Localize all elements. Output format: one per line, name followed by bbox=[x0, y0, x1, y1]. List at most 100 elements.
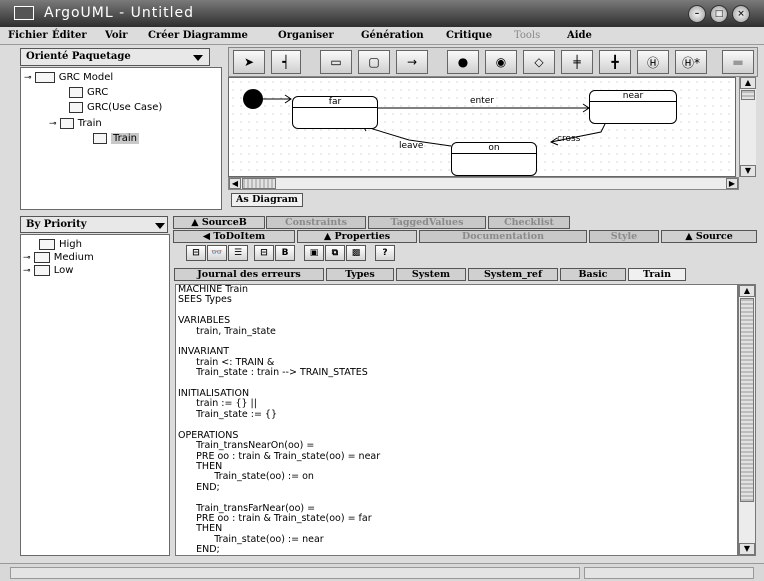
state-on[interactable]: on bbox=[451, 142, 537, 176]
join-tool-button[interactable]: ╋ bbox=[599, 50, 631, 74]
final-state-tool-button[interactable]: ◉ bbox=[485, 50, 517, 74]
transition-tool-button[interactable]: → bbox=[396, 50, 428, 74]
perspective-label: Orienté Paquetage bbox=[26, 51, 131, 62]
copy-button[interactable]: ⧉ bbox=[325, 245, 345, 261]
menu-editer[interactable]: Éditer bbox=[52, 30, 87, 41]
deep-history-tool-button[interactable]: Ⓗ* bbox=[675, 50, 707, 74]
statechart-icon bbox=[93, 132, 107, 144]
status-progress bbox=[584, 567, 754, 579]
save-button[interactable]: ▣ bbox=[304, 245, 324, 261]
tab-as-diagram[interactable]: As Diagram bbox=[231, 193, 303, 207]
todo-item-low[interactable]: ⊸ Low bbox=[23, 264, 73, 278]
folder-icon bbox=[39, 238, 55, 250]
tab-constraints[interactable]: Constraints bbox=[266, 216, 366, 229]
tree-node-train-class[interactable]: ⊸ Train bbox=[49, 117, 102, 131]
scroll-up-icon[interactable]: ▲ bbox=[739, 285, 755, 297]
help-button[interactable]: ? bbox=[375, 245, 395, 261]
menu-voir[interactable]: Voir bbox=[105, 30, 128, 41]
tab-source[interactable]: ▲ Source bbox=[661, 230, 757, 243]
diagram-icon bbox=[69, 86, 83, 98]
menu-tools[interactable]: Tools bbox=[514, 30, 540, 41]
tree-node-grc-use-case[interactable]: GRC(Use Case) bbox=[69, 101, 162, 115]
composite-state-tool-button[interactable]: ▢ bbox=[358, 50, 390, 74]
perspective-combo[interactable]: Orienté Paquetage bbox=[20, 48, 210, 66]
folder-icon bbox=[33, 264, 50, 276]
scroll-down-icon[interactable]: ▼ bbox=[740, 165, 756, 177]
source-editor[interactable]: MACHINE Train SEES Types VARIABLES train… bbox=[175, 284, 738, 556]
find-button[interactable]: 👓 bbox=[207, 245, 227, 261]
todo-sort-combo[interactable]: By Priority bbox=[20, 216, 168, 233]
chevron-down-icon bbox=[155, 223, 165, 229]
todo-list: High ⊸ Medium ⊸ Low bbox=[20, 234, 170, 556]
scroll-left-icon[interactable]: ◀ bbox=[229, 178, 241, 189]
model-icon bbox=[34, 71, 55, 83]
initial-state-tool-button[interactable]: ● bbox=[447, 50, 479, 74]
shallow-history-tool-button[interactable]: Ⓗ bbox=[637, 50, 669, 74]
image-button[interactable]: ▩ bbox=[346, 245, 366, 261]
menu-generation[interactable]: Génération bbox=[361, 30, 424, 41]
diagram-horizontal-scrollbar[interactable]: ◀ ▶ bbox=[228, 177, 739, 190]
tab-checklist[interactable]: Checklist bbox=[488, 216, 570, 229]
menu-creer-diagramme[interactable]: Créer Diagramme bbox=[148, 30, 248, 41]
fork-tool-button[interactable]: ╪ bbox=[561, 50, 593, 74]
tab-journal-des-erreurs[interactable]: Journal des erreurs bbox=[174, 268, 324, 281]
tab-documentation[interactable]: Documentation bbox=[419, 230, 587, 243]
tab-system[interactable]: System bbox=[396, 268, 466, 281]
state-tool-button[interactable]: ▭ bbox=[320, 50, 352, 74]
close-icon[interactable]: × bbox=[732, 5, 750, 23]
bold-button[interactable]: B bbox=[275, 245, 295, 261]
label-enter: enter bbox=[470, 96, 495, 106]
select-tool-button[interactable]: ➤ bbox=[233, 50, 265, 74]
argouml-logo-icon bbox=[14, 6, 34, 20]
scroll-right-icon[interactable]: ▶ bbox=[726, 178, 738, 189]
tab-taggedvalues[interactable]: TaggedValues bbox=[368, 216, 486, 229]
tab-system-ref[interactable]: System_ref bbox=[468, 268, 558, 281]
window-title: ArgoUML - Untitled bbox=[44, 5, 194, 21]
maximize-icon[interactable]: □ bbox=[710, 5, 728, 23]
explorer-tree: ⊸ GRC Model GRC GRC(Use Case) ⊸ Train Tr… bbox=[20, 67, 222, 210]
tab-properties[interactable]: ▲ Properties bbox=[297, 230, 417, 243]
navigate-button[interactable]: ⊟ bbox=[254, 245, 274, 261]
minimize-icon[interactable]: – bbox=[688, 5, 706, 23]
diagram-canvas[interactable]: far near on enter leave cross bbox=[228, 77, 736, 177]
menu-bar: Fichier Éditer Voir Créer Diagramme Orga… bbox=[0, 27, 764, 45]
source-code[interactable]: MACHINE Train SEES Types VARIABLES train… bbox=[176, 285, 737, 555]
status-message bbox=[10, 567, 580, 579]
scroll-thumb[interactable] bbox=[242, 178, 276, 189]
tab-train[interactable]: Train bbox=[628, 268, 686, 281]
label-leave: leave bbox=[399, 141, 424, 151]
status-bar bbox=[0, 563, 764, 581]
scroll-thumb[interactable] bbox=[741, 90, 755, 100]
todo-item-medium[interactable]: ⊸ Medium bbox=[23, 251, 94, 265]
tab-sourceb[interactable]: ▲ SourceB bbox=[173, 216, 265, 229]
menu-organiser[interactable]: Organiser bbox=[278, 30, 334, 41]
tree-node-grc-model[interactable]: ⊸ GRC Model bbox=[24, 71, 113, 85]
tree-node-train-statechart[interactable]: Train bbox=[93, 132, 139, 146]
choice-tool-button[interactable]: ◇ bbox=[523, 50, 555, 74]
scroll-up-icon[interactable]: ▲ bbox=[740, 77, 756, 89]
scroll-thumb[interactable] bbox=[740, 298, 754, 502]
diagram-vertical-scrollbar[interactable]: ▲ ▼ bbox=[739, 77, 756, 177]
tab-todoitem[interactable]: ◀ ToDoItem bbox=[173, 230, 295, 243]
initial-state[interactable] bbox=[243, 89, 263, 109]
state-near[interactable]: near bbox=[589, 90, 677, 124]
menu-aide[interactable]: Aide bbox=[567, 30, 592, 41]
todo-item-high[interactable]: High bbox=[39, 238, 82, 252]
menu-fichier[interactable]: Fichier bbox=[8, 30, 48, 41]
folder-icon bbox=[33, 251, 50, 263]
comment-tool-button[interactable]: ▬ bbox=[722, 50, 754, 74]
tab-types[interactable]: Types bbox=[326, 268, 394, 281]
todo-sort-label: By Priority bbox=[26, 219, 87, 230]
usecase-diagram-icon bbox=[69, 101, 83, 113]
go-up-button[interactable]: ⊟ bbox=[186, 245, 206, 261]
state-far[interactable]: far bbox=[292, 96, 378, 129]
source-vertical-scrollbar[interactable]: ▲ ▼ bbox=[738, 284, 756, 556]
broom-tool-button[interactable]: ┥ bbox=[271, 50, 301, 74]
list-button[interactable]: ☰ bbox=[228, 245, 248, 261]
tab-style[interactable]: Style bbox=[589, 230, 659, 243]
tree-node-grc[interactable]: GRC bbox=[69, 86, 108, 100]
scroll-down-icon[interactable]: ▼ bbox=[739, 543, 755, 555]
chevron-down-icon bbox=[193, 55, 203, 61]
menu-critique[interactable]: Critique bbox=[446, 30, 492, 41]
tab-basic[interactable]: Basic bbox=[560, 268, 626, 281]
